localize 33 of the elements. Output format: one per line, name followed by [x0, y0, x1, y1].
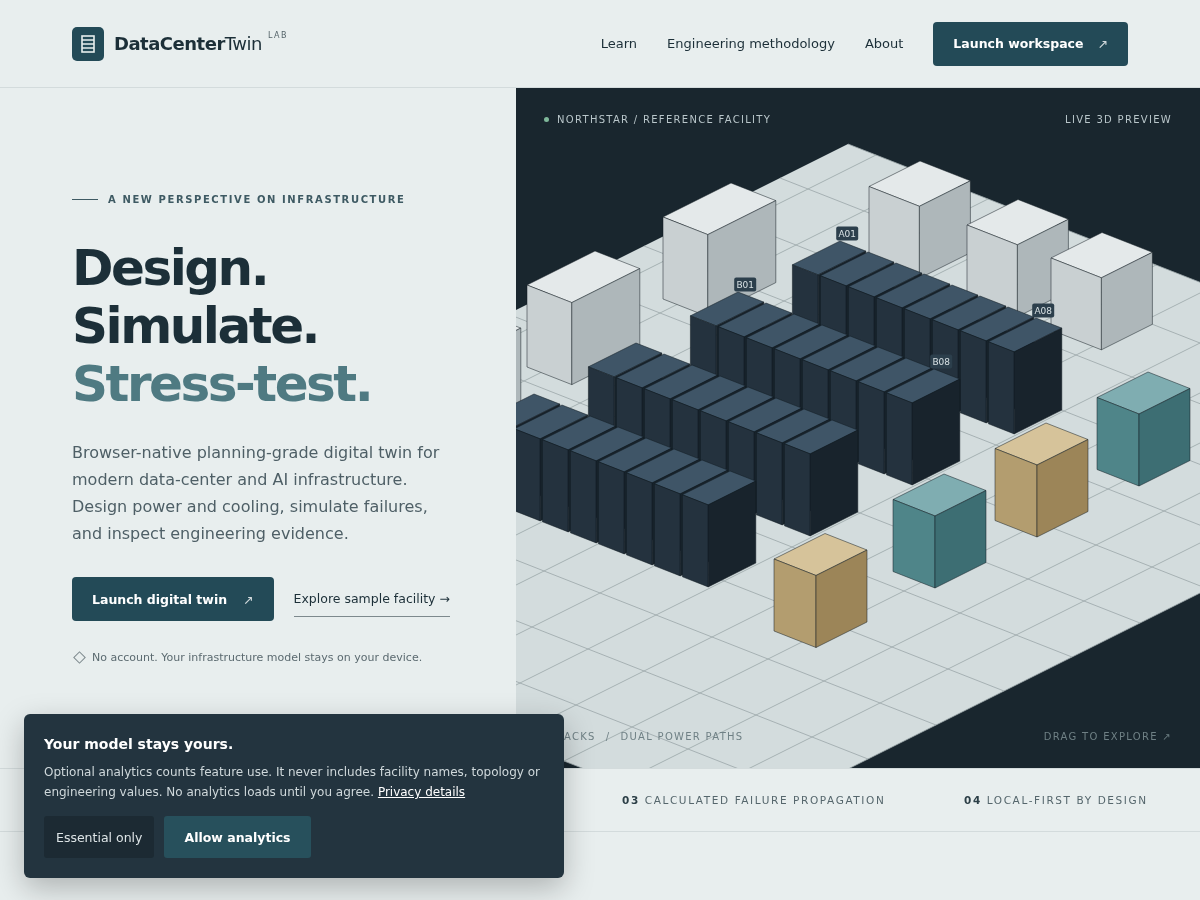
- launch-workspace-button[interactable]: Launch workspace ↗: [933, 21, 1128, 66]
- privacy-note: No account. Your infrastructure model stays on your device.: [92, 651, 423, 664]
- nav-link[interactable]: About: [864, 36, 904, 51]
- nav-link[interactable]: Learn: [600, 36, 638, 51]
- consent-title: Your model stays yours.: [44, 736, 235, 752]
- launch-digital-twin-button[interactable]: Launch digital twin ↗: [72, 577, 274, 621]
- hero-description: Browser-native planning-grade digital twin for modern data-center and AI infrastructure. Design power and cooling, simulate failures, and inspect engineering evidence.: [72, 442, 441, 545]
- consent-button[interactable]: Allow analytics: [164, 816, 311, 858]
- brand-tag: LAB: [267, 30, 289, 40]
- rack-label: B01: [734, 277, 757, 292]
- viewer-caption: ACKS: [564, 731, 596, 742]
- headline-line: Stress-test.: [72, 355, 373, 413]
- rack-label: B08: [930, 354, 953, 369]
- consent-button[interactable]: Essential only: [44, 816, 155, 858]
- rack-label: A08: [1032, 303, 1055, 318]
- feature-label: 04 LOCAL-FIRST BY DESIGN: [964, 794, 1149, 806]
- viewer-caption: DUAL POWER PATHS: [620, 731, 744, 742]
- facility-name: NORTHSTAR / REFERENCE FACILITY: [557, 114, 772, 125]
- status-dot: [544, 117, 549, 122]
- brand-name[interactable]: DataCenterTwin: [114, 33, 262, 54]
- privacy-link[interactable]: Privacy details: [377, 785, 466, 799]
- explore-sample-link[interactable]: Explore sample facility →: [293, 581, 450, 617]
- drag-hint: DRAG TO EXPLORE ↗: [1043, 731, 1172, 742]
- 3d-viewer[interactable]: A01 A08 B01 B08 NORTHSTAR / REFERENCE FACILITY LIVE 3D PREVIEW ACKS / DUAL POWER PATHS DRAG TO EXPLORE ↗: [516, 88, 1200, 768]
- feature-label: 03 CALCULATED FAILURE PROPAGATION: [622, 794, 887, 806]
- viewer-caption: /: [605, 731, 611, 742]
- preview-label: LIVE 3D PREVIEW: [1065, 114, 1172, 125]
- headline-line: Simulate.: [72, 297, 320, 355]
- headline-line: Design.: [72, 239, 269, 297]
- rack-label: A01: [836, 226, 859, 241]
- nav-link[interactable]: Engineering methodology: [667, 36, 835, 51]
- server-logo-icon: [72, 26, 104, 61]
- eyebrow-text: A NEW PERSPECTIVE ON INFRASTRUCTURE: [108, 194, 406, 205]
